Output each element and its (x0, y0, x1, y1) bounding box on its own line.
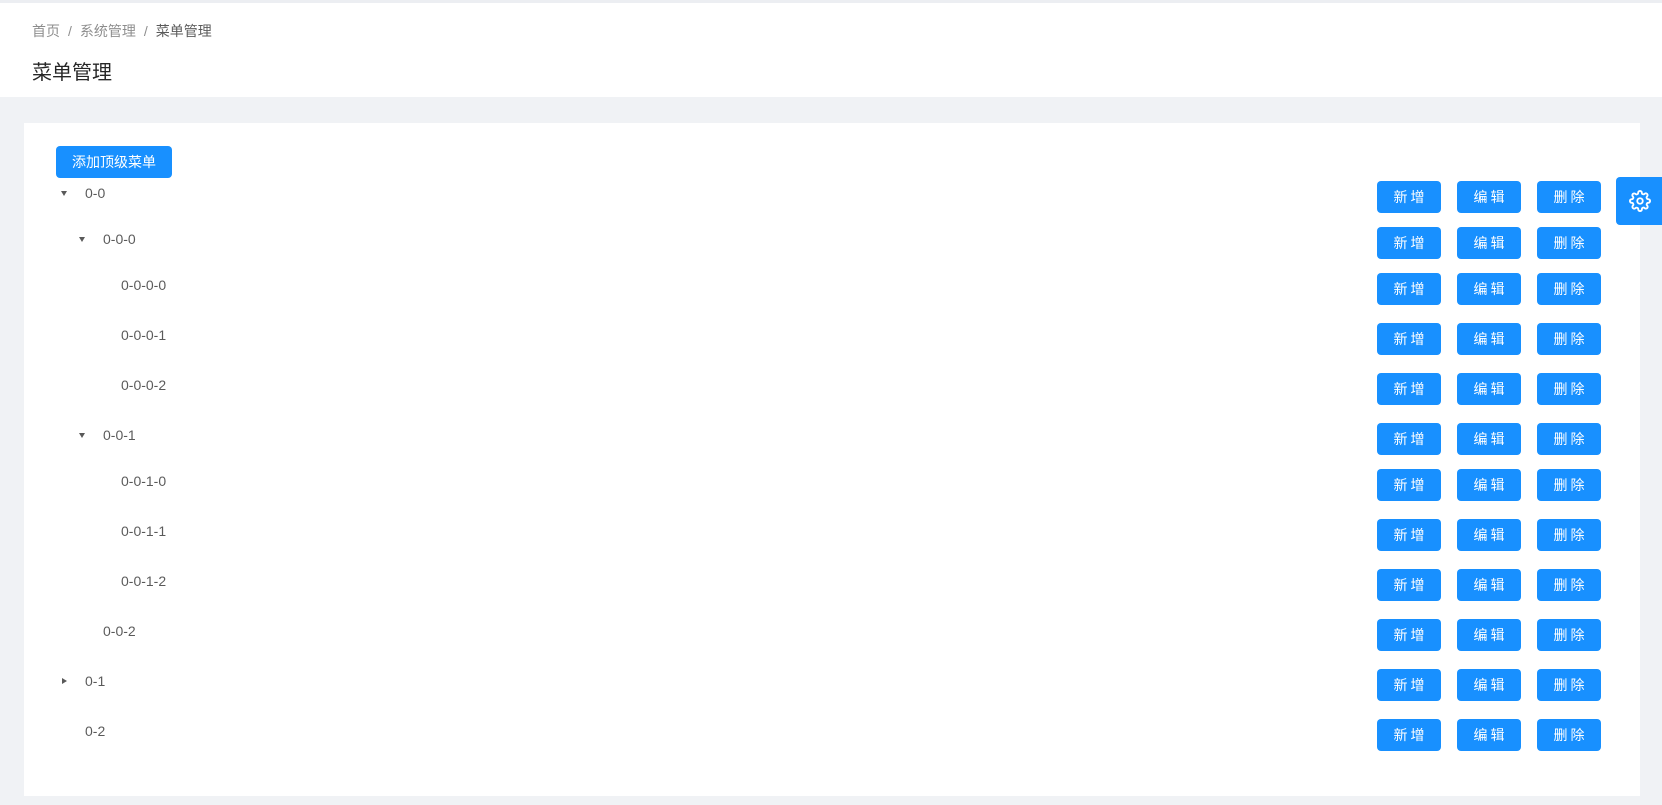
tree-row: 0-0-2 新增 编辑 删除 (24, 619, 1640, 651)
tree-node-title[interactable]: 0-0-0-0 (116, 273, 171, 297)
edit-button[interactable]: 编辑 (1457, 519, 1521, 551)
tree-node-title[interactable]: 0-0-1-0 (116, 469, 171, 493)
add-child-button[interactable]: 新增 (1377, 423, 1441, 455)
edit-button[interactable]: 编辑 (1457, 469, 1521, 501)
tree-node-title[interactable]: 0-0-2 (98, 619, 141, 643)
tree-row: 0-0-0-2 新增 编辑 删除 (24, 373, 1640, 405)
row-actions: 新增 编辑 删除 (1377, 719, 1601, 751)
edit-button[interactable]: 编辑 (1457, 181, 1521, 213)
edit-button[interactable]: 编辑 (1457, 227, 1521, 259)
gear-icon (1629, 190, 1651, 212)
caret-down-icon[interactable] (70, 423, 94, 447)
edit-button[interactable]: 编辑 (1457, 569, 1521, 601)
add-child-button[interactable]: 新增 (1377, 181, 1441, 213)
add-child-button[interactable]: 新增 (1377, 519, 1441, 551)
row-actions: 新增 编辑 删除 (1377, 323, 1601, 355)
edit-button[interactable]: 编辑 (1457, 669, 1521, 701)
add-child-button[interactable]: 新增 (1377, 669, 1441, 701)
row-actions: 新增 编辑 删除 (1377, 619, 1601, 651)
tree-row: 0-0-0-0 新增 编辑 删除 (24, 273, 1640, 305)
caret-down-icon[interactable] (70, 227, 94, 251)
row-actions: 新增 编辑 删除 (1377, 669, 1601, 701)
delete-button[interactable]: 删除 (1537, 323, 1601, 355)
page-title: 菜单管理 (32, 62, 112, 84)
caret-shape (61, 190, 67, 196)
tree-row: 0-0-1 新增 编辑 删除 (24, 423, 1640, 455)
settings-button[interactable] (1616, 177, 1662, 225)
row-actions: 新增 编辑 删除 (1377, 423, 1601, 455)
add-child-button[interactable]: 新增 (1377, 373, 1441, 405)
breadcrumb-system-management[interactable]: 系统管理 (80, 21, 136, 41)
delete-button[interactable]: 删除 (1537, 719, 1601, 751)
caret-shape (61, 678, 67, 684)
breadcrumb: 首页 / 系统管理 / 菜单管理 (32, 21, 212, 41)
breadcrumb-separator: / (143, 23, 148, 39)
edit-button[interactable]: 编辑 (1457, 273, 1521, 305)
tree-node-title[interactable]: 0-0-0-2 (116, 373, 171, 397)
delete-button[interactable]: 删除 (1537, 619, 1601, 651)
tree-row: 0-1 新增 编辑 删除 (24, 669, 1640, 701)
row-actions: 新增 编辑 删除 (1377, 519, 1601, 551)
delete-button[interactable]: 删除 (1537, 519, 1601, 551)
edit-button[interactable]: 编辑 (1457, 323, 1521, 355)
delete-button[interactable]: 删除 (1537, 669, 1601, 701)
tree-row: 0-0-1-0 新增 编辑 删除 (24, 469, 1640, 501)
add-child-button[interactable]: 新增 (1377, 227, 1441, 259)
caret-right-icon[interactable] (52, 669, 76, 693)
edit-button[interactable]: 编辑 (1457, 423, 1521, 455)
row-actions: 新增 编辑 删除 (1377, 569, 1601, 601)
tree-node-title[interactable]: 0-0-1 (98, 423, 141, 447)
add-child-button[interactable]: 新增 (1377, 619, 1441, 651)
breadcrumb-home[interactable]: 首页 (32, 21, 60, 41)
tree-row: 0-0 新增 编辑 删除 (24, 181, 1640, 213)
tree-node-title[interactable]: 0-0-1-2 (116, 569, 171, 593)
page-header: 首页 / 系统管理 / 菜单管理 菜单管理 (0, 0, 1662, 97)
add-child-button[interactable]: 新增 (1377, 719, 1441, 751)
delete-button[interactable]: 删除 (1537, 181, 1601, 213)
tree-node-title[interactable]: 0-2 (80, 719, 110, 743)
add-child-button[interactable]: 新增 (1377, 323, 1441, 355)
caret-shape (79, 432, 85, 438)
tree-node-title[interactable]: 0-1 (80, 669, 110, 693)
add-child-button[interactable]: 新增 (1377, 469, 1441, 501)
delete-button[interactable]: 删除 (1537, 569, 1601, 601)
add-child-button[interactable]: 新增 (1377, 569, 1441, 601)
edit-button[interactable]: 编辑 (1457, 619, 1521, 651)
edit-button[interactable]: 编辑 (1457, 719, 1521, 751)
menu-tree-card: 添加顶级菜单 0-0 新增 编辑 删除 0-0-0 新增 编辑 删除 0-0-0-0 新增 编辑 删除… (24, 123, 1640, 796)
caret-shape (79, 236, 85, 242)
edit-button[interactable]: 编辑 (1457, 373, 1521, 405)
tree-row: 0-0-1-1 新增 编辑 删除 (24, 519, 1640, 551)
tree-node-title[interactable]: 0-0-0 (98, 227, 141, 251)
row-actions: 新增 编辑 删除 (1377, 469, 1601, 501)
delete-button[interactable]: 删除 (1537, 423, 1601, 455)
tree-row: 0-2 新增 编辑 删除 (24, 719, 1640, 751)
delete-button[interactable]: 删除 (1537, 227, 1601, 259)
row-actions: 新增 编辑 删除 (1377, 373, 1601, 405)
delete-button[interactable]: 删除 (1537, 469, 1601, 501)
delete-button[interactable]: 删除 (1537, 373, 1601, 405)
tree-node-title[interactable]: 0-0-0-1 (116, 323, 171, 347)
breadcrumb-separator: / (68, 23, 72, 39)
row-actions: 新增 编辑 删除 (1377, 227, 1601, 259)
tree-row: 0-0-0 新增 编辑 删除 (24, 227, 1640, 259)
add-top-level-menu-button[interactable]: 添加顶级菜单 (56, 146, 172, 178)
caret-down-icon[interactable] (52, 181, 76, 205)
tree-row: 0-0-1-2 新增 编辑 删除 (24, 569, 1640, 601)
breadcrumb-menu-management: 菜单管理 (155, 23, 212, 39)
tree-node-title[interactable]: 0-0 (80, 181, 110, 205)
tree-row: 0-0-0-1 新增 编辑 删除 (24, 323, 1640, 355)
delete-button[interactable]: 删除 (1537, 273, 1601, 305)
row-actions: 新增 编辑 删除 (1377, 181, 1601, 213)
row-actions: 新增 编辑 删除 (1377, 273, 1601, 305)
add-child-button[interactable]: 新增 (1377, 273, 1441, 305)
tree-node-title[interactable]: 0-0-1-1 (116, 519, 171, 543)
